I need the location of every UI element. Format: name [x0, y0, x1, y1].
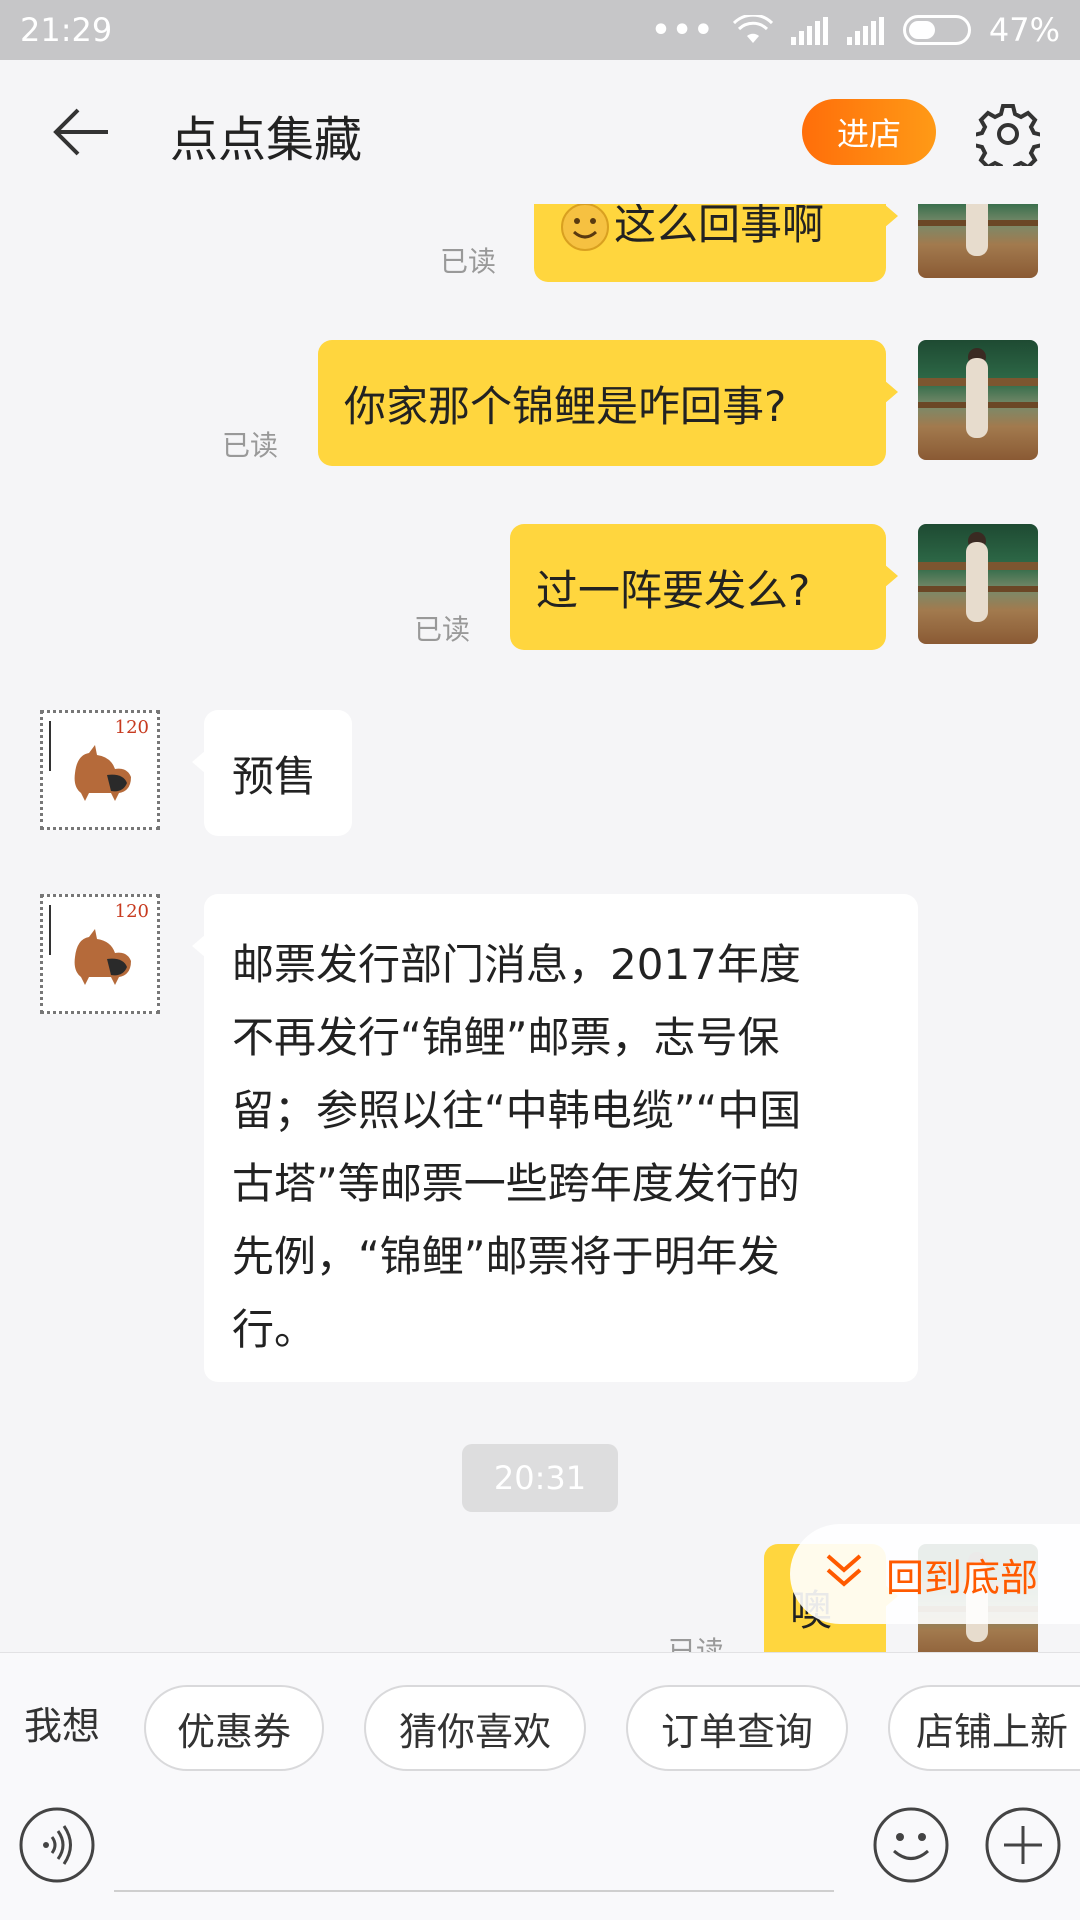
message-text: 过一阵要发么? — [536, 565, 811, 615]
message-line: 邮票发行部门消息，2017年度 — [232, 940, 801, 989]
shop-avatar[interactable]: 120 — [40, 894, 160, 1014]
double-chevron-down-icon — [824, 1550, 864, 1599]
back-to-bottom-label: 回到底部 — [886, 1555, 1039, 1600]
read-receipt: 已读 — [414, 613, 471, 646]
my-avatar[interactable] — [918, 524, 1038, 644]
shop-avatar[interactable]: 120 — [40, 710, 160, 830]
timestamp: 20:31 — [462, 1444, 618, 1512]
chip-recommend[interactable]: 猜你喜欢 — [364, 1685, 586, 1771]
signal-icon-2 — [846, 15, 885, 45]
message-bubble-out[interactable]: 过一阵要发么? — [510, 524, 898, 650]
message-text: 你家那个锦鲤是咋回事? — [344, 381, 787, 431]
quick-actions-bar: 我想 优惠券 猜你喜欢 订单查询 店铺上新 — [0, 1652, 1080, 1782]
stamp-value: 120 — [114, 901, 149, 922]
signal-icon — [790, 15, 829, 45]
message-text: 这么回事啊 — [614, 204, 825, 249]
gear-icon[interactable] — [972, 102, 1044, 176]
message-input-bar — [0, 1782, 1080, 1920]
chip-coupons[interactable]: 优惠券 — [144, 1685, 324, 1771]
back-to-bottom-button[interactable]: 回到底部 — [790, 1524, 1080, 1624]
chip-new-arrivals[interactable]: 店铺上新 — [888, 1685, 1080, 1771]
smiley-icon — [560, 204, 610, 252]
status-icons: ••• 47% — [651, 11, 1060, 49]
message-text: 预售 — [232, 751, 317, 801]
my-avatar[interactable] — [918, 204, 1038, 278]
message-bubble-out[interactable]: 这么回事啊 — [534, 204, 898, 282]
enter-shop-button[interactable]: 进店 — [802, 99, 936, 165]
message-input[interactable] — [114, 1802, 834, 1892]
page-title: 点点集藏 — [170, 112, 363, 168]
read-receipt: 已读 — [668, 1635, 725, 1652]
message-bubble-in[interactable]: 邮票发行部门消息，2017年度 不再发行“锦鲤”邮票，志号保 留；参照以往“中韩… — [192, 894, 918, 1382]
status-bar: 21:29 ••• 47% — [0, 0, 1080, 60]
battery-icon — [902, 15, 971, 45]
voice-icon[interactable] — [18, 1806, 96, 1884]
chat-messages[interactable]: 已读 这么回事啊 已读 你家那个锦鲤是咋回事? 已读 过一阵要发么? 120 预… — [0, 204, 1080, 1652]
message-bubble-in[interactable]: 预售 — [192, 710, 352, 836]
read-receipt: 已读 — [440, 245, 497, 278]
back-arrow-icon[interactable] — [52, 106, 112, 158]
plus-icon[interactable] — [984, 1806, 1062, 1884]
chip-order-query[interactable]: 订单查询 — [626, 1685, 848, 1771]
message-line: 先例，“锦鲤”邮票将于明年发 — [232, 1232, 780, 1281]
stamp-value: 120 — [114, 717, 149, 738]
chat-header: 点点集藏 进店 — [0, 60, 1080, 204]
message-line: 行。 — [232, 1305, 317, 1354]
message-bubble-out[interactable]: 你家那个锦鲤是咋回事? — [318, 340, 898, 466]
message-line: 留；参照以往“中韩电缆”“中国 — [232, 1086, 802, 1135]
message-line: 不再发行“锦鲤”邮票，志号保 — [232, 1013, 780, 1062]
status-time: 21:29 — [20, 11, 113, 49]
smiley-icon[interactable] — [872, 1806, 950, 1884]
notification-dots: ••• — [651, 12, 715, 48]
battery-percent: 47% — [988, 11, 1060, 49]
my-avatar[interactable] — [918, 340, 1038, 460]
message-line: 古塔”等邮票一些跨年度发行的 — [232, 1159, 800, 1208]
quick-actions-label: 我想 — [24, 1704, 101, 1748]
read-receipt: 已读 — [222, 429, 279, 462]
wifi-icon — [732, 15, 773, 45]
